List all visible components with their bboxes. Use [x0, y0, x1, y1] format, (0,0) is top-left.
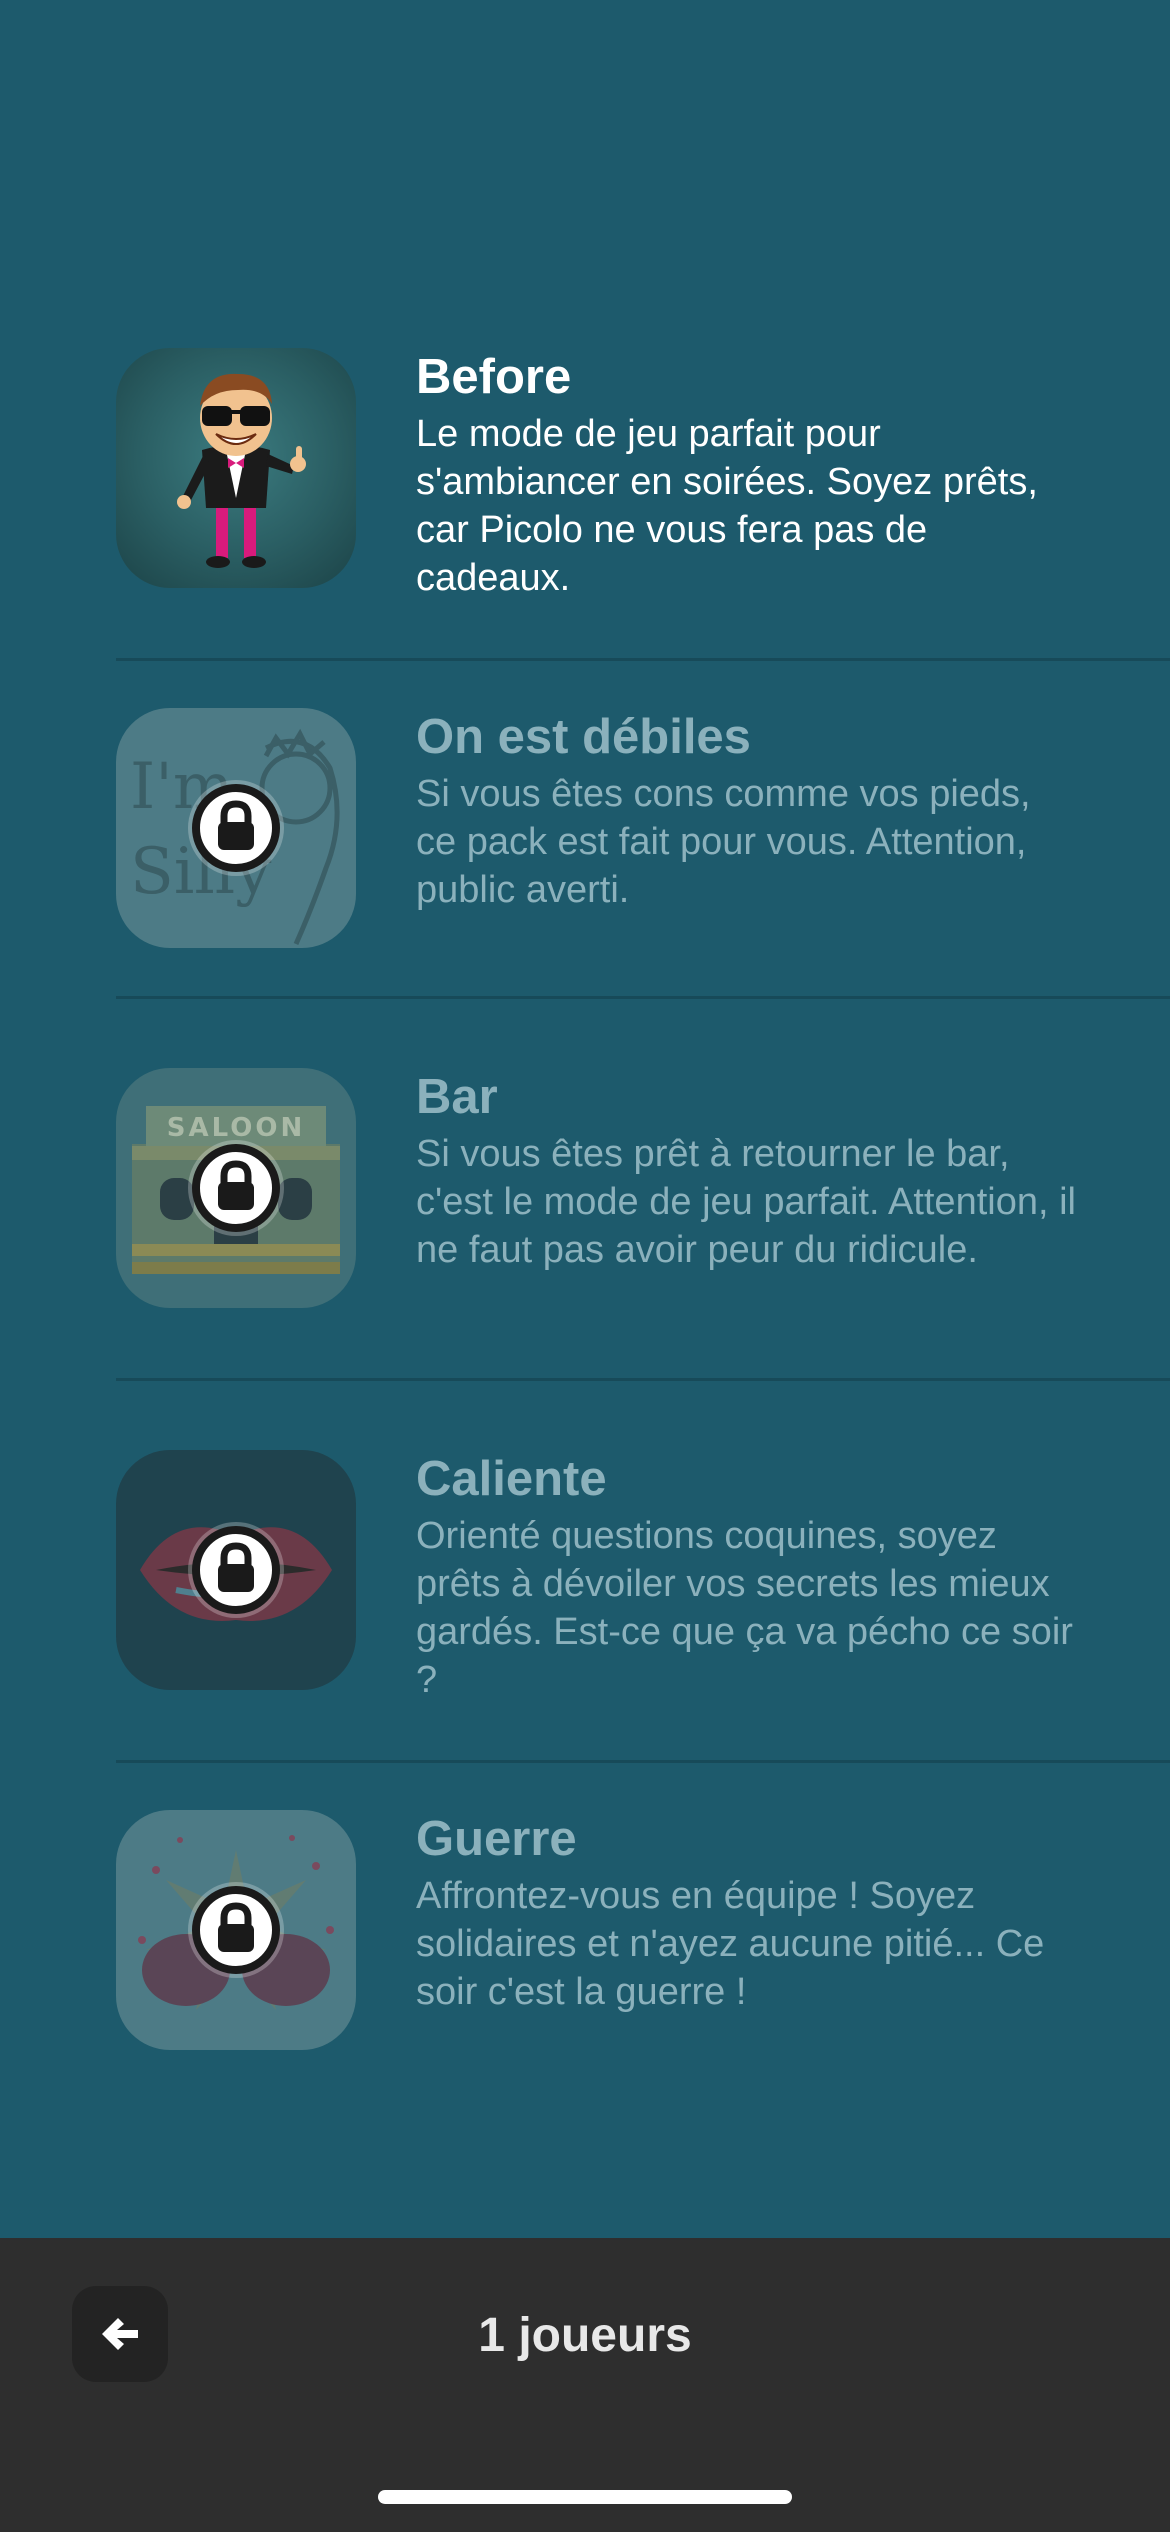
art-text: SALOON — [167, 1113, 305, 1143]
lock-icon — [192, 1144, 280, 1232]
lock-icon — [192, 1526, 280, 1614]
game-mode-list: Before Le mode de jeu parfait pour s'amb… — [0, 0, 1170, 2238]
im-silly-face-icon: I'm Silly — [116, 708, 356, 948]
pack-bar[interactable]: SALOON Bar Si vous êtes prêt à retourner… — [116, 1068, 1170, 1308]
bottom-bar: 1 joueurs — [0, 2238, 1170, 2532]
dancing-man-sunglasses-icon — [116, 348, 356, 588]
lips-icon — [116, 1450, 356, 1690]
lock-icon — [192, 1886, 280, 1974]
pack-text: Before Le mode de jeu parfait pour s'amb… — [416, 348, 1076, 602]
home-indicator[interactable] — [378, 2490, 792, 2504]
pack-guerre[interactable]: Guerre Affrontez-vous en équipe ! Soyez … — [116, 1810, 1170, 2050]
pack-text: Bar Si vous êtes prêt à retourner le bar… — [416, 1068, 1076, 1274]
pack-title: On est débiles — [416, 710, 751, 764]
saloon-icon: SALOON — [116, 1068, 356, 1308]
divider — [116, 658, 1170, 661]
pack-title: Before — [416, 350, 572, 404]
pack-text: Caliente Orienté questions coquines, soy… — [416, 1450, 1076, 1704]
pack-text: On est débiles Si vous êtes cons comme v… — [416, 708, 1076, 914]
pack-description: Orienté questions coquines, soyez prêts … — [416, 1515, 1073, 1701]
pack-title: Guerre — [416, 1812, 577, 1866]
pack-description: Le mode de jeu parfait pour s'ambiancer … — [416, 413, 1038, 599]
pack-title: Caliente — [416, 1452, 607, 1506]
pack-description: Si vous êtes prêt à retourner le bar, c'… — [416, 1133, 1076, 1271]
pack-description: Si vous êtes cons comme vos pieds, ce pa… — [416, 773, 1031, 911]
pack-on-est-debiles[interactable]: I'm Silly On est débiles Si vous êtes co… — [116, 708, 1170, 948]
divider — [116, 1760, 1170, 1763]
players-count: 1 joueurs — [478, 2309, 692, 2362]
pack-caliente[interactable]: Caliente Orienté questions coquines, soy… — [116, 1450, 1170, 1704]
pack-description: Affrontez-vous en équipe ! Soyez solidai… — [416, 1875, 1045, 2013]
lock-icon — [192, 784, 280, 872]
pack-before[interactable]: Before Le mode de jeu parfait pour s'amb… — [116, 348, 1170, 602]
pack-text: Guerre Affrontez-vous en équipe ! Soyez … — [416, 1810, 1076, 2016]
divider — [116, 1378, 1170, 1381]
pack-title: Bar — [416, 1070, 498, 1124]
boxing-gloves-icon — [116, 1810, 356, 2050]
divider — [116, 996, 1170, 999]
